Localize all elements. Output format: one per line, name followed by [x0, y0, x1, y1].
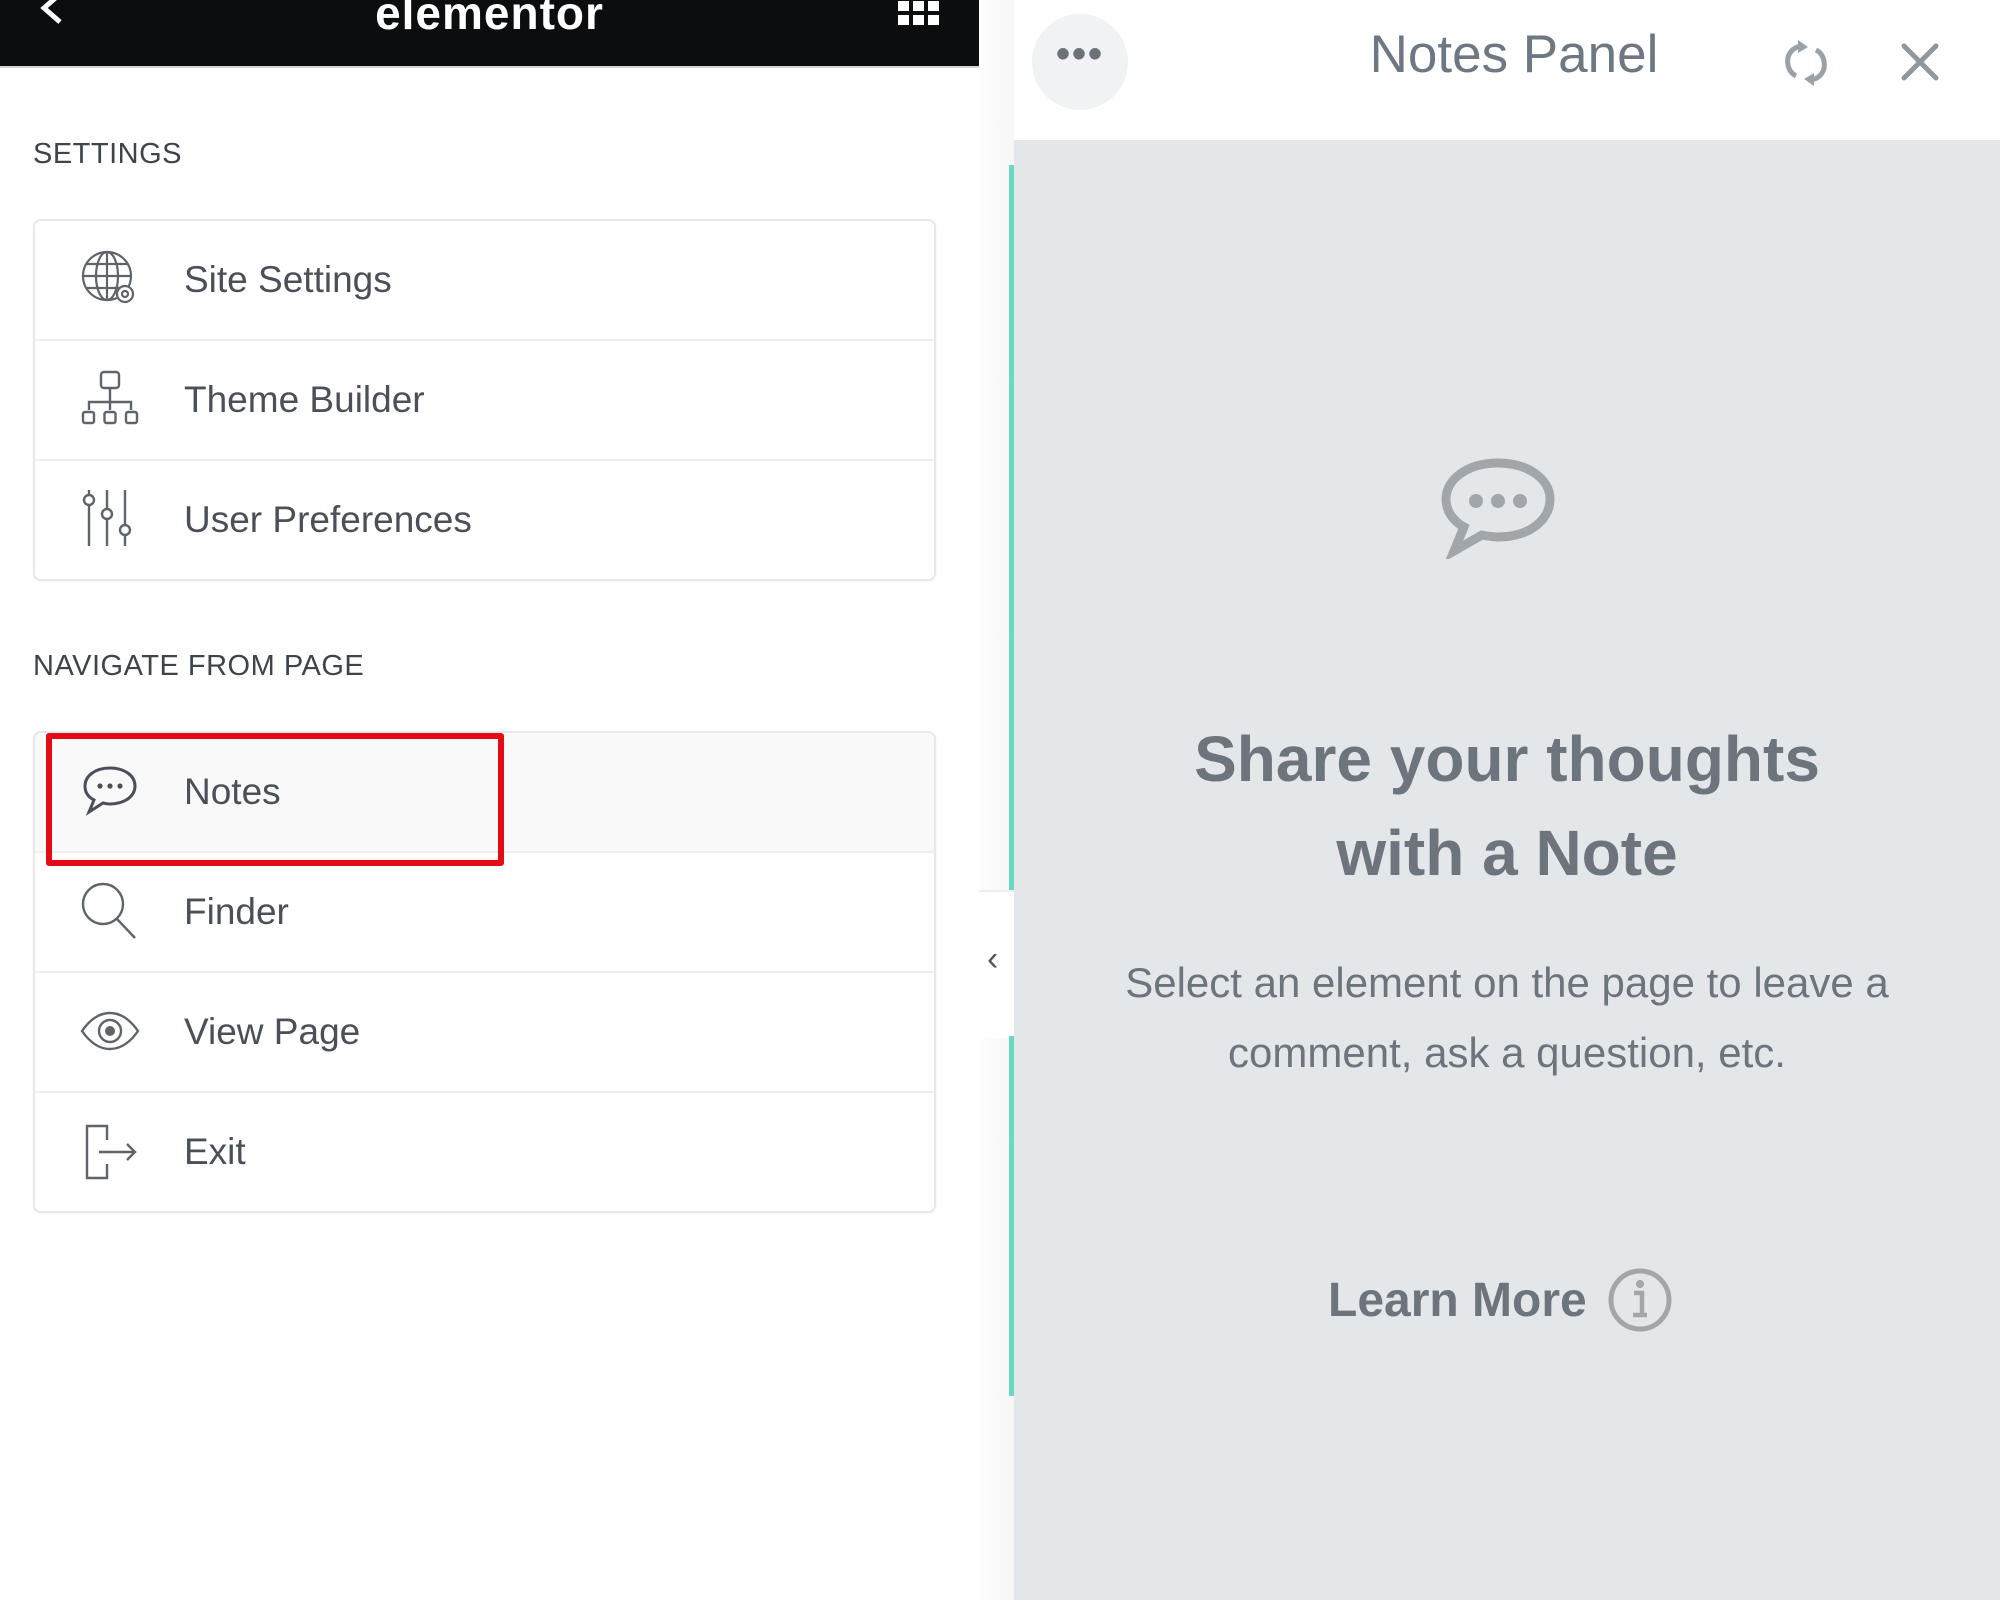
menu-item-site-settings[interactable]: Site Settings — [35, 221, 934, 341]
settings-card: Site Settings Theme Builder User Prefere… — [33, 219, 936, 581]
search-icon — [81, 882, 136, 939]
globe-gear-icon — [81, 250, 135, 304]
empty-state-headline: Share your thoughts with a Note — [1014, 712, 2000, 900]
menu-item-notes[interactable]: Notes — [35, 733, 934, 853]
menu-item-label: User Preferences — [184, 499, 472, 540]
navigate-section-title: NAVIGATE FROM PAGE — [33, 650, 365, 682]
collapse-panel-handle[interactable]: ‹ — [979, 890, 1015, 1038]
top-bar: elementor — [0, 0, 979, 68]
apps-grid-button[interactable] — [898, 0, 942, 26]
info-icon — [1608, 1268, 1672, 1332]
more-options-button[interactable]: ••• — [1032, 14, 1128, 110]
menu-item-label: Notes — [184, 771, 281, 812]
close-icon[interactable] — [1898, 40, 1942, 84]
menu-item-label: Finder — [184, 891, 289, 932]
settings-section-title: SETTINGS — [33, 138, 183, 170]
headline-line: with a Note — [1336, 817, 1678, 889]
menu-item-view-page[interactable]: View Page — [35, 973, 934, 1093]
chevron-left-icon: ‹ — [987, 940, 999, 978]
notes-panel-header: ••• Notes Panel — [1014, 0, 2000, 140]
chat-bubble-icon — [1441, 458, 1555, 559]
menu-item-label: Site Settings — [184, 259, 392, 300]
empty-state-description: Select an element on the page to leave a… — [1014, 948, 2000, 1088]
menu-item-label: Theme Builder — [184, 379, 425, 420]
refresh-icon[interactable] — [1778, 38, 1834, 88]
menu-item-theme-builder[interactable]: Theme Builder — [35, 341, 934, 461]
elementor-menu-panel: elementor SETTINGS Site Settings Theme B… — [0, 0, 979, 1600]
accent-border — [1009, 1036, 1014, 1396]
chat-bubble-icon — [83, 766, 137, 816]
elementor-logo: elementor — [375, 0, 604, 39]
menu-item-label: View Page — [184, 1011, 361, 1052]
description-line: Select an element on the page to leave a — [1125, 959, 1889, 1006]
sliders-icon — [82, 490, 132, 546]
description-line: comment, ask a question, etc. — [1228, 1029, 1786, 1076]
eye-icon — [80, 1011, 140, 1051]
menu-item-exit[interactable]: Exit — [35, 1093, 934, 1211]
learn-more-link[interactable]: Learn More — [1328, 1260, 1673, 1340]
menu-item-user-preferences[interactable]: User Preferences — [35, 461, 934, 579]
navigate-card: Notes Finder View Page Exit — [33, 731, 936, 1213]
ellipsis-icon: ••• — [1055, 32, 1104, 76]
sitemap-icon — [81, 370, 139, 425]
exit-icon — [85, 1124, 137, 1180]
learn-more-label: Learn More — [1328, 1273, 1587, 1327]
notes-panel-title: Notes Panel — [1369, 25, 1659, 84]
menu-item-label: Exit — [184, 1131, 246, 1172]
menu-item-finder[interactable]: Finder — [35, 853, 934, 973]
headline-line: Share your thoughts — [1194, 723, 1820, 795]
